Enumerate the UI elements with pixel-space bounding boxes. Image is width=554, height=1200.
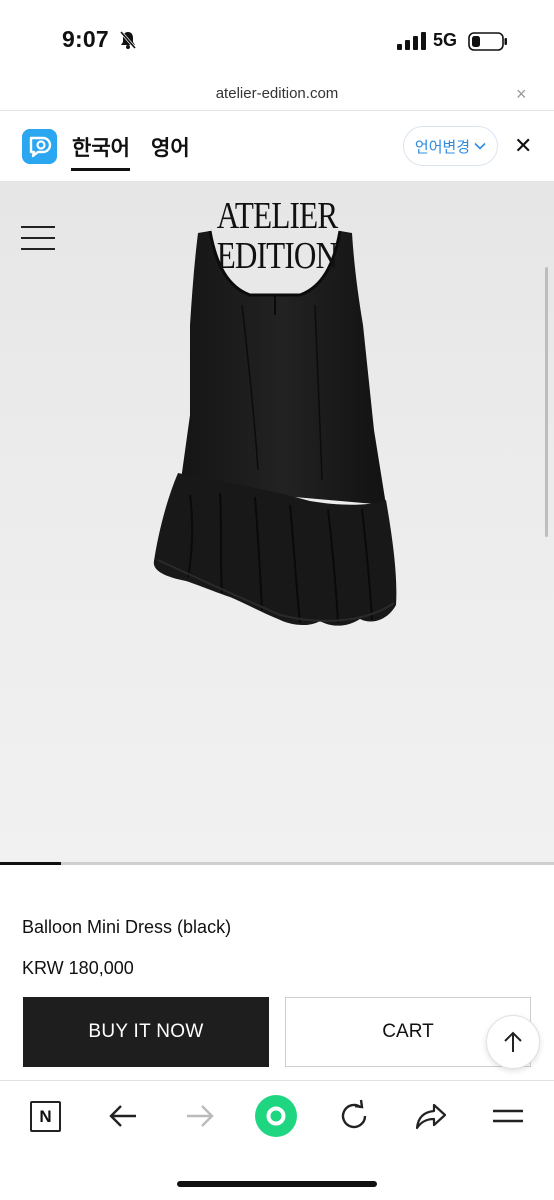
divider <box>0 110 554 111</box>
buy-now-button[interactable]: BUY IT NOW <box>23 997 269 1067</box>
papago-logo-icon[interactable] <box>22 129 57 164</box>
arrow-up-icon <box>504 1031 522 1052</box>
active-tab-underline <box>71 168 130 171</box>
share-icon[interactable] <box>414 1099 448 1133</box>
chevron-down-icon <box>474 142 486 150</box>
change-language-button[interactable]: 언어변경 <box>403 126 498 166</box>
product-price: KRW 180,000 <box>22 958 134 978</box>
status-time: 9:07 <box>62 26 109 52</box>
url-display[interactable]: atelier-edition.com <box>0 85 554 102</box>
n-app-icon[interactable]: N <box>30 1101 61 1132</box>
change-language-label: 언어변경 <box>414 138 471 156</box>
gallery-progress-track <box>0 862 554 865</box>
close-translate-icon[interactable]: ✕ <box>514 135 532 157</box>
hamburger-menu-icon[interactable] <box>21 226 55 250</box>
url-close-icon[interactable]: × <box>516 85 527 103</box>
network-label: 5G <box>433 30 458 50</box>
scroll-to-top-button[interactable] <box>486 1015 540 1069</box>
bell-muted-icon <box>119 31 137 49</box>
home-dot-icon[interactable] <box>255 1095 297 1137</box>
product-dress-image[interactable] <box>150 225 400 630</box>
tab-language-english[interactable]: 영어 <box>151 132 190 162</box>
phone-screen: 9:07 5G atelier-edition.com × 한국어 영어 언어변… <box>0 0 554 1200</box>
forward-arrow-icon[interactable] <box>183 1099 217 1133</box>
gallery-progress-indicator <box>0 862 61 865</box>
refresh-icon[interactable] <box>337 1099 371 1133</box>
back-arrow-icon[interactable] <box>106 1099 140 1133</box>
brand-logo-line2[interactable]: EDITION <box>50 236 504 276</box>
page-scrollbar[interactable] <box>545 267 548 537</box>
battery-icon <box>468 32 507 51</box>
tab-language-korean[interactable]: 한국어 <box>72 132 130 162</box>
signal-icon <box>397 32 426 50</box>
menu-icon[interactable] <box>491 1099 525 1133</box>
home-indicator[interactable] <box>177 1181 377 1187</box>
product-name: Balloon Mini Dress (black) <box>22 917 232 937</box>
brand-logo-line1[interactable]: ATELIER <box>50 196 504 236</box>
